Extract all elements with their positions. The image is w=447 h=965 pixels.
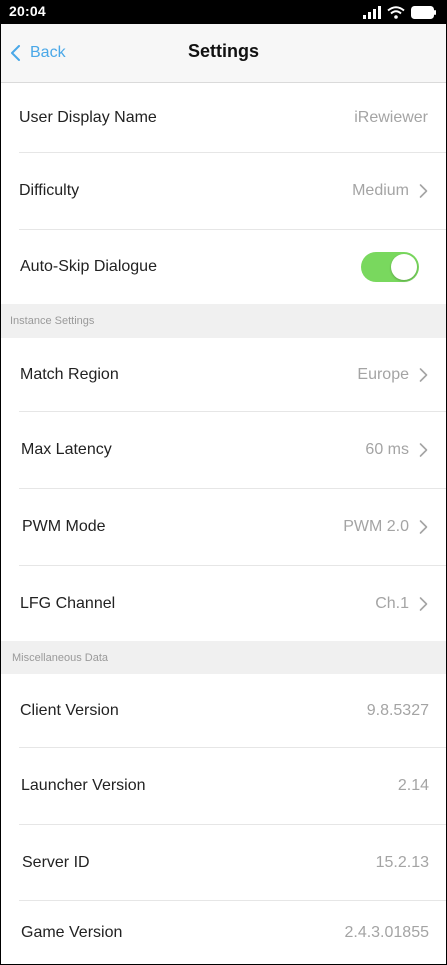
row-server-id: Server ID 15.2.13 <box>1 825 446 900</box>
row-value: 9.8.5327 <box>366 701 429 719</box>
toggle-knob <box>391 254 417 280</box>
settings-screen: Back Settings User Display Name iRewiewe… <box>1 24 446 964</box>
row-label: Client Version <box>20 701 119 719</box>
row-label: Match Region <box>20 365 119 383</box>
device-frame: 20:04 Back Settings User Display Name iR… <box>0 0 447 965</box>
row-auto-skip-dialogue: Auto-Skip Dialogue <box>1 230 446 304</box>
chevron-right-icon <box>419 596 428 611</box>
row-value: iRewiewer <box>354 108 428 126</box>
row-user-display-name[interactable]: User Display Name iRewiewer <box>1 83 446 152</box>
row-client-version: Client Version 9.8.5327 <box>1 674 446 747</box>
row-label: PWM Mode <box>22 518 106 535</box>
row-value: PWM 2.0 <box>343 518 409 535</box>
row-value: Ch.1 <box>375 594 409 612</box>
row-label: LFG Channel <box>20 594 116 612</box>
row-pwm-mode[interactable]: PWM Mode PWM 2.0 <box>1 489 446 565</box>
row-lfg-channel[interactable]: LFG Channel Ch.1 <box>1 566 446 641</box>
row-label: Max Latency <box>21 441 112 458</box>
row-label: User Display Name <box>19 108 157 126</box>
auto-skip-toggle[interactable] <box>361 252 419 282</box>
row-max-latency[interactable]: Max Latency 60 ms <box>1 412 446 488</box>
row-value: 2.4.3.01855 <box>344 923 429 941</box>
status-bar: 20:04 <box>0 0 447 24</box>
section-header-instance-settings: Instance Settings <box>1 304 446 338</box>
row-label: Auto-Skip Dialogue <box>20 258 157 275</box>
row-game-version: Game Version 2.4.3.01855 <box>1 901 446 964</box>
row-value: 60 ms <box>365 441 409 458</box>
row-value: Europe <box>357 365 409 383</box>
row-difficulty[interactable]: Difficulty Medium <box>1 153 446 229</box>
page-title: Settings <box>187 41 259 61</box>
row-label: Server ID <box>22 853 90 871</box>
row-label: Game Version <box>21 923 123 941</box>
row-label: Launcher Version <box>21 777 146 794</box>
section-label: Miscellaneous Data <box>12 651 108 664</box>
row-label: Difficulty <box>19 182 80 199</box>
navigation-bar: Back Settings <box>1 24 446 83</box>
chevron-right-icon <box>419 443 428 457</box>
status-icons <box>363 4 437 20</box>
status-time: 20:04 <box>9 3 46 19</box>
chevron-right-icon <box>419 367 428 382</box>
chevron-right-icon <box>419 184 428 198</box>
row-match-region[interactable]: Match Region Europe <box>1 338 446 411</box>
section-label: Instance Settings <box>10 315 95 327</box>
section-header-miscellaneous-data: Miscellaneous Data <box>1 641 446 674</box>
chevron-right-icon <box>419 520 428 534</box>
row-launcher-version: Launcher Version 2.14 <box>1 748 446 824</box>
row-value: 15.2.13 <box>375 853 429 871</box>
wifi-icon <box>387 5 405 19</box>
row-value: 2.14 <box>397 777 429 794</box>
battery-icon <box>411 5 436 19</box>
cellular-signal-icon <box>363 5 381 19</box>
row-value: Medium <box>352 182 409 199</box>
